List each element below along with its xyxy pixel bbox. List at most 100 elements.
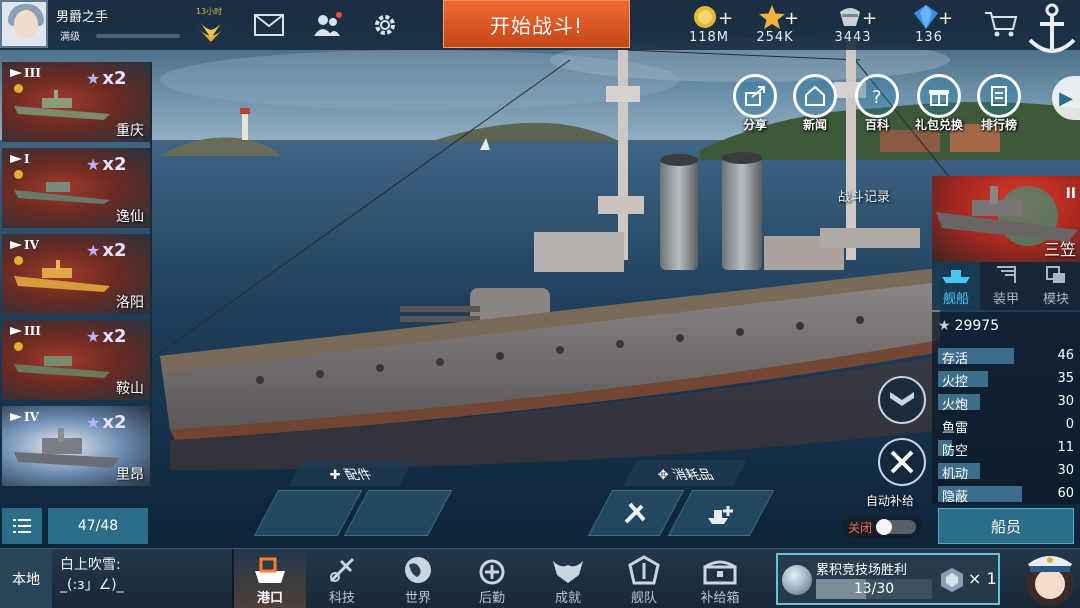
tab-armor-label: 装甲	[992, 292, 1019, 307]
tab-ship[interactable]: 舰船	[932, 262, 980, 310]
fleet-icon	[628, 555, 660, 585]
stat-row: 机动 30	[938, 461, 1074, 482]
auto-supply-label: 自动补给	[866, 494, 915, 508]
battle-record-link[interactable]: 战斗记录	[838, 186, 890, 205]
ship-card-anshan[interactable]: III ★ x2 鞍山	[2, 320, 150, 400]
share-icon	[745, 86, 765, 106]
nav-world[interactable]: 世界	[382, 549, 454, 608]
ship-list: III ★ x2 重庆 I ★ x2 逸仙 IV ★ x2 洛阳 III ★ x2 鞍山…	[0, 62, 152, 494]
ship-count-button[interactable]: 47/48	[48, 508, 148, 544]
news-icon	[805, 85, 825, 106]
module-icon	[1046, 266, 1065, 283]
ship-card-yixian[interactable]: I ★ x2 逸仙	[2, 148, 150, 228]
auto-supply-toggle[interactable]: 关闭	[842, 516, 922, 538]
medal-label: 13小时	[196, 7, 223, 16]
toggle-knob	[876, 519, 892, 535]
arena-orb-icon	[782, 565, 812, 595]
consumable-slot-repair[interactable]	[587, 490, 685, 536]
news-button[interactable]: 新闻	[790, 74, 840, 136]
start-battle-button[interactable]: 开始战斗!	[443, 0, 630, 48]
arena-progress-bar: 13/30	[816, 579, 932, 599]
fuel-icon	[840, 8, 860, 26]
resource-fuel[interactable]: + 3443	[818, 2, 888, 48]
parts-label: ✚ 配件	[289, 460, 413, 486]
chat-preview[interactable]: 白上吹雪: _(:з」∠)_	[60, 555, 230, 595]
arena-win-task[interactable]: 累积竞技场胜利 13/30 × 1	[776, 553, 1000, 605]
friends-icon[interactable]	[310, 10, 344, 40]
nav-logistics[interactable]: 后勤	[456, 549, 528, 608]
ranking-button[interactable]: 排行榜	[974, 74, 1024, 136]
ship-tier: I	[24, 152, 30, 166]
chat-channel-button[interactable]: 本地	[0, 549, 52, 608]
star-value: 254K	[756, 30, 794, 45]
crew-button[interactable]: 船员	[938, 508, 1074, 544]
nav-port[interactable]: 港口	[234, 549, 306, 608]
captain-portrait[interactable]	[1018, 548, 1080, 608]
mail-icon[interactable]	[252, 10, 286, 40]
selected-ship-card[interactable]: II 三笠	[932, 176, 1080, 262]
gift-icon	[929, 90, 949, 106]
diamond-value: 136	[915, 30, 943, 45]
stat-row: 防空 11	[938, 438, 1074, 459]
tab-module[interactable]: 模块	[1032, 262, 1080, 310]
pause-icon: II	[1065, 186, 1076, 202]
star-icon: ★	[938, 318, 951, 334]
list-scrollbar[interactable]	[150, 62, 152, 494]
anchor-icon[interactable]	[1022, 0, 1080, 60]
nav-achievement[interactable]: 成就	[532, 549, 604, 608]
resource-gold[interactable]: + 118M	[674, 2, 744, 48]
consumable-slot-heal[interactable]	[667, 490, 775, 536]
rank-chevron-icon	[890, 392, 914, 406]
chat-message: _(:з」∠)_	[60, 577, 124, 593]
wiki-label: 百科	[864, 118, 889, 132]
tab-armor[interactable]: 装甲	[982, 262, 1030, 310]
share-label: 分享	[742, 118, 767, 132]
wrench-cross-icon	[890, 450, 914, 474]
ship-tier: IV	[24, 238, 39, 252]
nav-supply-box[interactable]: 补给箱	[684, 549, 756, 608]
wiki-icon: ?	[872, 87, 882, 107]
ship-detail-tabs: 舰船 装甲 模块	[932, 262, 1080, 310]
resource-diamond[interactable]: + 136	[894, 2, 964, 48]
logistics-icon	[479, 559, 505, 585]
tab-ship-label: 舰船	[942, 292, 969, 307]
combat-power-value: 29975	[954, 318, 1000, 334]
world-icon	[405, 557, 431, 583]
selected-ship-name: 三笠	[1043, 240, 1076, 259]
ship-card-lyon[interactable]: IV ★ x2 里昂	[2, 406, 150, 486]
wiki-button[interactable]: ? 百科	[852, 74, 902, 136]
ship-card-luoyang[interactable]: IV ★ x2 洛阳	[2, 234, 150, 314]
shop-cart-icon[interactable]	[984, 10, 1018, 42]
ship-card-chongqing[interactable]: III ★ x2 重庆	[2, 62, 150, 142]
ship-tier: IV	[24, 410, 39, 424]
player-avatar[interactable]	[0, 0, 48, 48]
auto-supply-button[interactable]	[878, 438, 926, 486]
port-icon	[255, 557, 285, 583]
list-menu-button[interactable]	[2, 508, 42, 544]
svg-text:?: ?	[872, 87, 882, 107]
ship-stats-panel: ★ 29975 存活 46 火控 35 火炮 30 鱼雷 0 防空 11 机动 30 隐蔽 60	[932, 312, 1080, 505]
gift-label: 礼包兑换	[914, 118, 963, 132]
ship-name: 鞍山	[116, 381, 144, 397]
rank-medal[interactable]: 13小时	[192, 6, 230, 46]
share-button[interactable]: 分享	[730, 74, 780, 136]
stat-row: 鱼雷 0	[942, 417, 1074, 436]
arena-progress-text: 13/30	[853, 581, 895, 597]
stat-row: 火炮 30	[938, 392, 1074, 413]
rank-chevron-button[interactable]	[878, 376, 926, 424]
nav-tech[interactable]: 科技	[306, 549, 378, 608]
parts-slot-2[interactable]	[343, 490, 453, 536]
resource-star[interactable]: + 254K	[740, 2, 810, 48]
ship-heal-icon	[708, 506, 733, 524]
ship-thumbnail	[14, 182, 110, 204]
shortcut-icons: 分享 新闻 ? 百科 礼包兑换 排行榜	[730, 74, 1030, 136]
achievement-icon	[553, 561, 583, 583]
nav-fleet[interactable]: 舰队	[608, 549, 680, 608]
settings-gear-icon[interactable]	[368, 10, 402, 40]
chat-username: 白上吹雪:	[60, 557, 121, 573]
stat-row: 火控 35	[938, 369, 1074, 390]
supply-box-icon	[703, 560, 737, 585]
gift-redeem-button[interactable]: 礼包兑换	[914, 74, 964, 136]
player-name: 男爵之手	[56, 10, 109, 25]
tab-module-label: 模块	[1042, 292, 1069, 307]
